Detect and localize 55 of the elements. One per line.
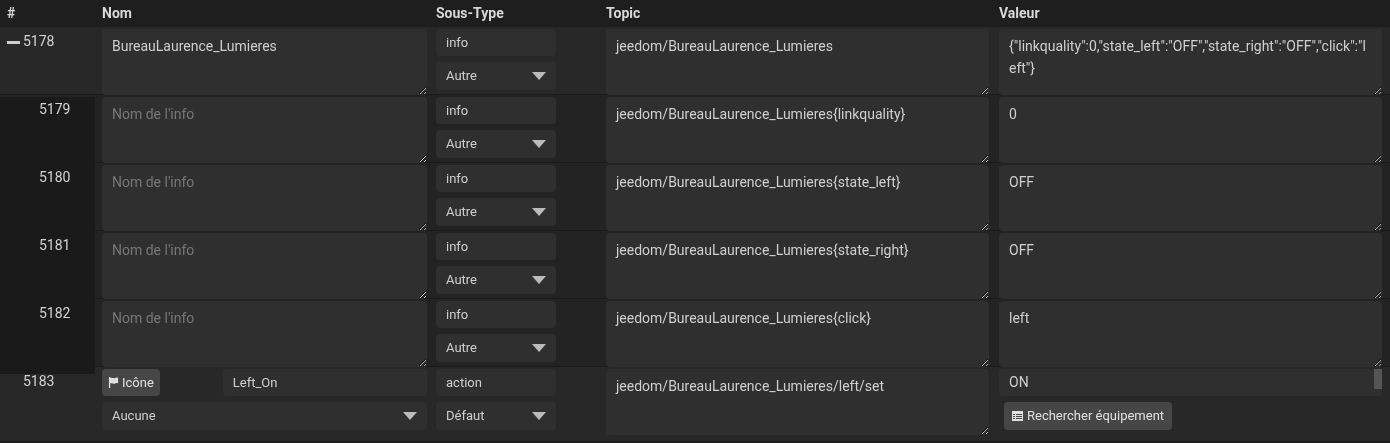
name-field[interactable]: Nom de l'info (102, 97, 427, 163)
row-id: 5180 (39, 168, 71, 187)
type-field[interactable]: info (436, 97, 556, 124)
type-field[interactable]: info (436, 233, 556, 260)
name-field[interactable]: Nom de l'info (102, 165, 427, 231)
scrollbar[interactable] (1374, 369, 1382, 389)
row-id: 5183 (22, 372, 55, 391)
dropdown[interactable]: Autre (436, 62, 556, 90)
column-header: # (6, 4, 16, 23)
row-id: 5182 (39, 304, 71, 323)
icon-button[interactable]: Icône (102, 369, 160, 396)
collapse-icon[interactable] (7, 40, 20, 44)
value-field[interactable]: OFF (999, 233, 1382, 299)
column-header: Sous-Type (436, 4, 504, 23)
topic-field[interactable]: jeedom/BureauLaurence_Lumieres{click} (606, 301, 989, 367)
type-field[interactable]: info (436, 165, 556, 192)
dropdown[interactable]: Autre (436, 198, 556, 226)
caret-icon (532, 276, 546, 284)
type-field[interactable]: info (436, 301, 556, 328)
name-field[interactable]: Left_On (222, 369, 427, 396)
column-header: Topic (606, 4, 641, 23)
row-id: 5179 (39, 100, 71, 119)
column-header: Nom (102, 4, 132, 23)
flag-icon (108, 377, 119, 388)
value-field[interactable]: left (999, 301, 1382, 367)
topic-field[interactable]: jeedom/BureauLaurence_Lumieres (606, 29, 989, 95)
dropdown[interactable]: Aucune (102, 402, 427, 430)
topic-field[interactable]: jeedom/BureauLaurence_Lumieres{linkquality} (606, 97, 989, 163)
caret-icon (532, 208, 546, 216)
dropdown[interactable]: Autre (436, 266, 556, 294)
type-field[interactable]: action (436, 369, 556, 396)
name-field[interactable]: Nom de l'info (102, 233, 427, 299)
topic-field[interactable]: jeedom/BureauLaurence_Lumieres/left/set (606, 369, 989, 435)
value-field[interactable]: {"linkquality":0,"state_left":"OFF","state_right":"OFF","click":"left"} (999, 29, 1382, 95)
list-icon (1012, 411, 1023, 421)
topic-field[interactable]: jeedom/BureauLaurence_Lumieres{state_right} (606, 233, 989, 299)
column-header: Valeur (999, 4, 1040, 23)
row-id: 5181 (39, 236, 71, 255)
value-field[interactable]: 0 (999, 97, 1382, 163)
search-equipment-button[interactable]: Rechercher équipement (1004, 402, 1173, 430)
type-field[interactable]: info (436, 29, 556, 56)
value-field[interactable]: ON (999, 369, 1382, 396)
topic-field[interactable]: jeedom/BureauLaurence_Lumieres{state_left} (606, 165, 989, 231)
row-id: 5178 (23, 32, 55, 51)
caret-icon (532, 412, 546, 420)
name-field[interactable]: BureauLaurence_Lumieres (102, 29, 427, 95)
caret-icon (403, 412, 417, 420)
dropdown[interactable]: Défaut (436, 402, 556, 430)
caret-icon (532, 140, 546, 148)
name-field[interactable]: Nom de l'info (102, 301, 427, 367)
dropdown[interactable]: Autre (436, 130, 556, 158)
caret-icon (532, 344, 546, 352)
value-field[interactable]: OFF (999, 165, 1382, 231)
caret-icon (532, 72, 546, 80)
dropdown[interactable]: Autre (436, 334, 556, 362)
